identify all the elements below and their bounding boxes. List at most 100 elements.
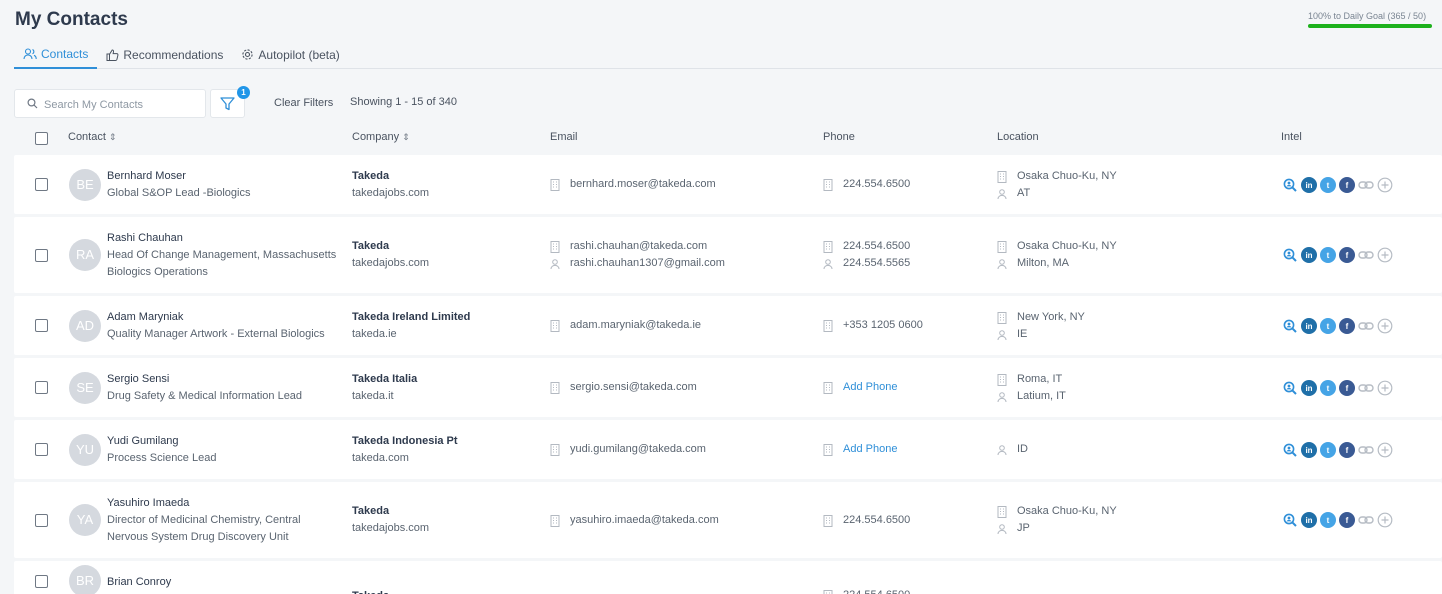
phones-text: 224.554.6500 [843,240,911,252]
add-circle-icon[interactable] [1377,318,1393,334]
link-icon[interactable] [1358,247,1374,263]
twitter-icon[interactable]: t [1320,318,1336,334]
company-name: Takeda Ireland Limited [352,311,471,323]
phones-text: 224.554.5565 [843,257,911,269]
contact-name[interactable]: Yasuhiro Imaeda [107,495,301,512]
tab-contacts[interactable]: Contacts [14,40,98,69]
row-checkbox[interactable] [35,514,48,527]
emails-line: adam.maryniak@takeda.ie [550,317,701,334]
twitter-icon[interactable]: t [1320,380,1336,396]
linkedin-icon[interactable]: in [1301,247,1317,263]
facebook-icon[interactable]: f [1339,512,1355,528]
table-row[interactable]: BR Brian Conroy Takeda 224.554.6500 [14,561,1442,594]
twitter-icon-glyph: t [1326,321,1330,331]
linkedin-icon[interactable]: in [1301,177,1317,193]
link-icon[interactable] [1358,442,1374,458]
avatar: YU [69,434,101,466]
contact-name[interactable]: Brian Conroy [107,574,171,591]
column-company[interactable]: Company ⇕ [352,131,410,143]
contact-cell: Brian Conroy [107,574,171,591]
search-person-icon[interactable] [1282,177,1298,193]
phones-line: 224.554.6500 [823,238,910,255]
page-title: My Contacts [15,9,128,30]
row-checkbox[interactable] [35,575,48,588]
table-row[interactable]: SE Sergio Sensi Drug Safety & Medical Info… [14,358,1442,417]
emails-line: bernhard.moser@takeda.com [550,176,716,193]
table-row[interactable]: RA Rashi Chauhan Head Of Change Management… [14,217,1442,293]
contact-name[interactable]: Yudi Gumilang [107,433,216,450]
clear-filters-button[interactable]: Clear Filters [274,97,333,109]
phones-line[interactable]: Add Phone [823,379,897,396]
contact-name[interactable]: Sergio Sensi [107,371,302,388]
add-circle-icon[interactable] [1377,247,1393,263]
twitter-icon[interactable]: t [1320,177,1336,193]
tab-contacts-label: Contacts [41,46,89,61]
add-circle-icon[interactable] [1377,380,1393,396]
linkedin-icon[interactable]: in [1301,442,1317,458]
phones-text[interactable]: Add Phone [843,441,897,458]
intel-icons: in t f [1282,512,1393,528]
search-person-icon[interactable] [1282,442,1298,458]
emails-cell: bernhard.moser@takeda.com [550,176,716,193]
linkedin-icon[interactable]: in [1301,512,1317,528]
emails-cell: adam.maryniak@takeda.ie [550,317,701,334]
contact-name[interactable]: Adam Maryniak [107,309,325,326]
table-row[interactable]: AD Adam Maryniak Quality Manager Artwork -… [14,296,1442,355]
phones-text: +353 1205 0600 [843,319,923,331]
facebook-icon[interactable]: f [1339,380,1355,396]
linkedin-icon[interactable]: in [1301,318,1317,334]
building-icon [550,178,565,191]
row-checkbox[interactable] [35,319,48,332]
twitter-icon[interactable]: t [1320,442,1336,458]
row-checkbox[interactable] [35,381,48,394]
avatar: BE [69,169,101,201]
locations-text: Milton, MA [1017,257,1069,269]
locations-cell: Osaka Chuo-Ku, NY Milton, MA [997,238,1117,272]
building-icon [823,240,838,253]
add-circle-icon[interactable] [1377,442,1393,458]
facebook-icon[interactable]: f [1339,442,1355,458]
add-circle-icon[interactable] [1377,177,1393,193]
twitter-icon-glyph: t [1326,515,1330,525]
column-contact[interactable]: Contact ⇕ [68,131,116,143]
phones-line[interactable]: Add Phone [823,441,897,458]
sort-icon: ⇕ [108,132,117,142]
table-row[interactable]: YU Yudi Gumilang Process Science Lead Taked… [14,420,1442,479]
contact-name[interactable]: Rashi Chauhan [107,230,336,247]
tab-recommendations[interactable]: Recommendations [97,40,232,69]
contact-title: Process Science Lead [107,452,217,464]
linkedin-icon[interactable]: in [1301,380,1317,396]
select-all-checkbox[interactable] [35,132,48,145]
contact-cell: Yasuhiro Imaeda Director of Medicinal Che… [107,495,301,546]
company-cell: Takeda Ireland Limited takeda.ie [352,309,470,343]
contact-title: Drug Safety & Medical Information Lead [107,390,303,402]
facebook-icon[interactable]: f [1339,247,1355,263]
search-person-icon[interactable] [1282,247,1298,263]
twitter-icon[interactable]: t [1320,512,1336,528]
company-name: Takeda Italia [352,373,418,385]
search-input[interactable] [44,96,199,113]
search-person-icon[interactable] [1282,318,1298,334]
table-row[interactable]: YA Yasuhiro Imaeda Director of Medicinal C… [14,482,1442,558]
facebook-icon[interactable]: f [1339,177,1355,193]
add-circle-icon[interactable] [1377,512,1393,528]
phones-text[interactable]: Add Phone [843,379,897,396]
search-person-icon[interactable] [1282,512,1298,528]
row-checkbox[interactable] [35,443,48,456]
twitter-icon[interactable]: t [1320,247,1336,263]
row-checkbox[interactable] [35,178,48,191]
link-icon[interactable] [1358,318,1374,334]
building-icon [823,381,838,394]
row-checkbox[interactable] [35,249,48,262]
link-icon[interactable] [1358,177,1374,193]
link-icon[interactable] [1358,380,1374,396]
linkedin-icon-glyph: in [1305,180,1313,190]
link-icon[interactable] [1358,512,1374,528]
locations-cell: ID [997,441,1028,458]
tab-autopilot[interactable]: Autopilot (beta) [232,40,348,69]
search-person-icon[interactable] [1282,380,1298,396]
table-row[interactable]: BE Bernhard Moser Global S&OP Lead -Biolog… [14,155,1442,214]
person-icon [997,444,1012,456]
facebook-icon[interactable]: f [1339,318,1355,334]
contact-name[interactable]: Bernhard Moser [107,168,251,185]
